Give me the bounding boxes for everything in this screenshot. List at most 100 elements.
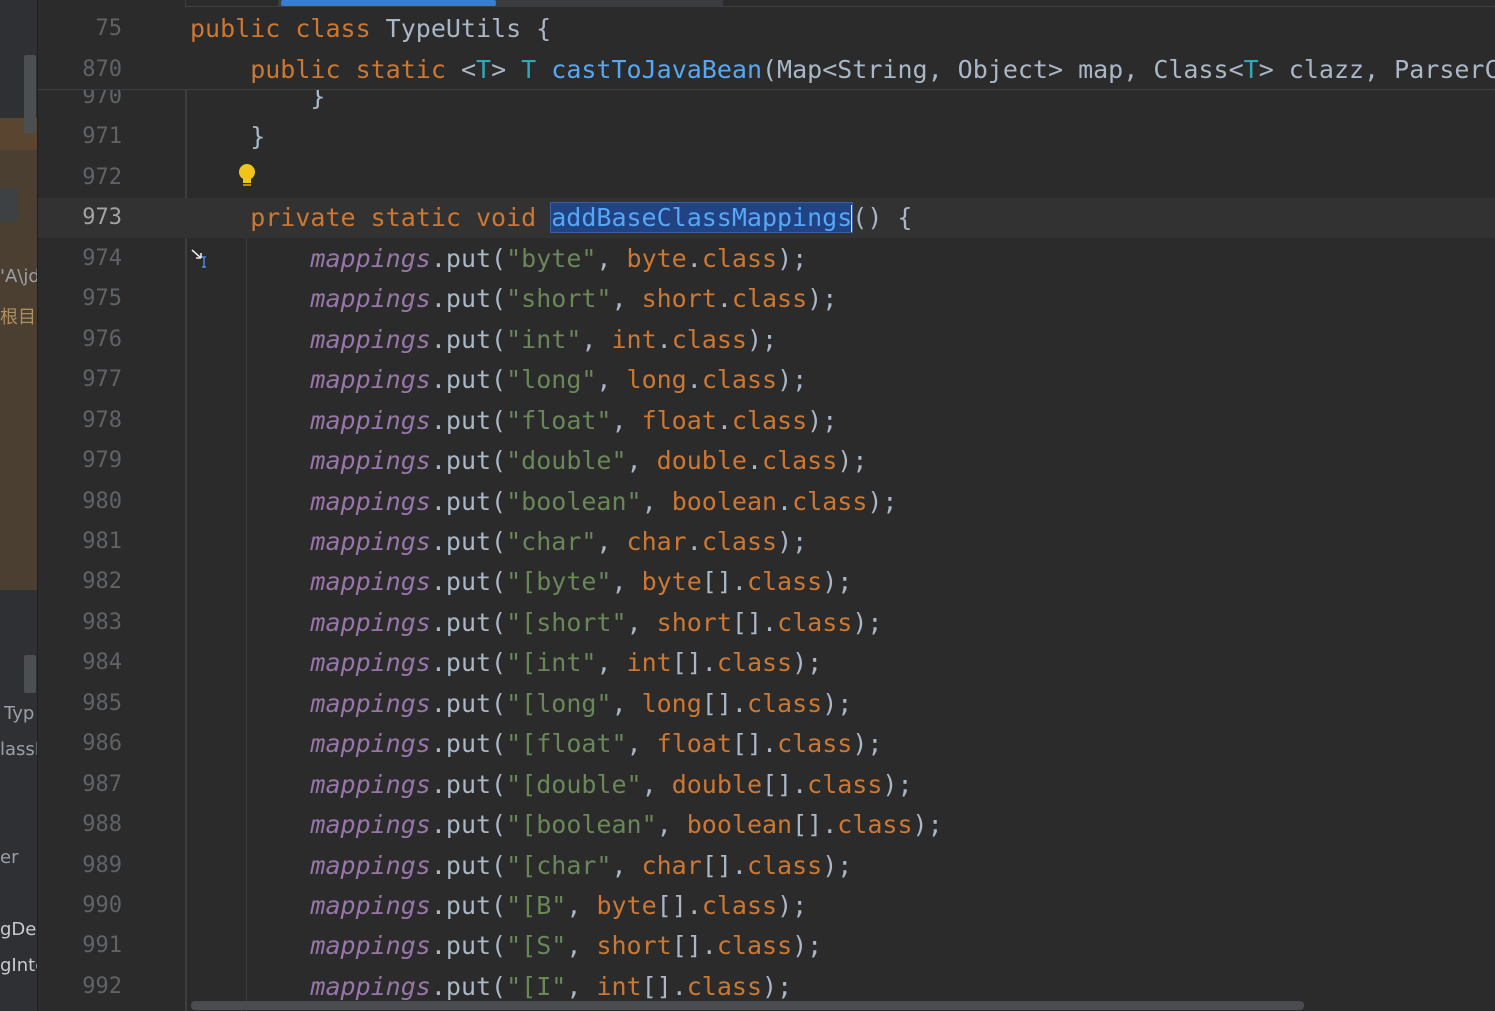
code-text[interactable]: mappings.put("int", int.class); <box>190 320 777 360</box>
structure-item-fragment[interactable]: lassM <box>0 739 38 760</box>
code-line[interactable]: 983 mappings.put("[short", short[].class… <box>38 603 1495 643</box>
code-line[interactable]: 870 public static <T> T castToJavaBean(M… <box>38 50 1495 90</box>
tab-scrollbar-thumb[interactable] <box>281 0 496 6</box>
code-text[interactable]: mappings.put("boolean", boolean.class); <box>190 482 897 522</box>
code-line[interactable]: 974 mappings.put("byte", byte.class); <box>38 239 1495 279</box>
line-number[interactable]: 980 <box>38 482 122 522</box>
line-number[interactable]: 977 <box>38 360 122 400</box>
code-text[interactable]: mappings.put("[float", float[].class); <box>190 724 882 764</box>
lightbulb-icon[interactable] <box>236 163 258 189</box>
code-text[interactable]: mappings.put("[char", char[].class); <box>190 846 852 886</box>
line-number[interactable]: 870 <box>38 50 122 90</box>
structure-item-fragment[interactable]: er <box>0 847 18 868</box>
code-text[interactable]: } <box>190 117 265 157</box>
tab-scrollbar[interactable] <box>38 0 1495 7</box>
line-number[interactable]: 987 <box>38 765 122 805</box>
code-line[interactable]: 991 mappings.put("[S", short[].class); <box>38 926 1495 966</box>
code-line[interactable]: 75 public class TypeUtils { <box>38 9 1495 49</box>
code-token: mappings <box>310 689 431 718</box>
code-token: ); <box>777 891 808 920</box>
code-text[interactable]: mappings.put("[boolean", boolean[].class… <box>190 805 942 845</box>
code-line[interactable]: 978 mappings.put("float", float.class); <box>38 401 1495 441</box>
line-number[interactable]: 981 <box>38 522 122 562</box>
line-number[interactable]: 983 <box>38 603 122 643</box>
structure-scrollbar-thumb[interactable] <box>24 655 36 693</box>
code-text[interactable]: mappings.put("byte", byte.class); <box>190 239 807 279</box>
code-line[interactable]: 982 mappings.put("[byte", byte[].class); <box>38 562 1495 602</box>
code-text[interactable]: private static void addBaseClassMappings… <box>190 198 912 238</box>
line-number[interactable]: 974 <box>38 239 122 279</box>
code-line[interactable]: 980 mappings.put("boolean", boolean.clas… <box>38 482 1495 522</box>
code-token: mappings <box>310 972 431 1001</box>
code-text[interactable]: mappings.put("float", float.class); <box>190 401 837 441</box>
code-text[interactable]: mappings.put("[short", short[].class); <box>190 603 882 643</box>
code-token: "[double" <box>506 770 642 799</box>
line-number[interactable]: 992 <box>38 967 122 1007</box>
code-line[interactable]: 985 mappings.put("[long", long[].class); <box>38 684 1495 724</box>
line-number[interactable]: 988 <box>38 805 122 845</box>
tree-item-fragment[interactable]: 'A\jd <box>0 266 38 287</box>
panel-collapse-handle[interactable] <box>0 188 18 222</box>
sticky-scope-header[interactable]: 75 public class TypeUtils {870 public sta… <box>38 8 1495 90</box>
code-line[interactable]: 979 mappings.put("double", double.class)… <box>38 441 1495 481</box>
code-editor[interactable]: 75 public class TypeUtils {870 public sta… <box>38 0 1495 1011</box>
code-text[interactable]: mappings.put("[B", byte[].class); <box>190 886 807 926</box>
code-text[interactable]: mappings.put("[long", long[].class); <box>190 684 852 724</box>
code-line[interactable]: 987 mappings.put("[double", double[].cla… <box>38 765 1495 805</box>
line-number[interactable]: 979 <box>38 441 122 481</box>
tree-item-fragment[interactable]: 根目录 <box>0 303 38 329</box>
code-text[interactable]: mappings.put("[double", double[].class); <box>190 765 912 805</box>
code-text[interactable]: mappings.put("char", char.class); <box>190 522 807 562</box>
code-line[interactable]: 990 mappings.put("[B", byte[].class); <box>38 886 1495 926</box>
code-text[interactable]: public class TypeUtils { <box>190 9 551 49</box>
line-number[interactable]: 972 <box>38 158 122 198</box>
code-text[interactable]: mappings.put("short", short.class); <box>190 279 837 319</box>
line-number[interactable]: 991 <box>38 926 122 966</box>
code-text[interactable]: public static <T> T castToJavaBean(Map<S… <box>190 50 1495 90</box>
code-token: class <box>807 770 883 799</box>
code-token: int <box>611 325 657 354</box>
code-text[interactable]: mappings.put("[S", short[].class); <box>190 926 822 966</box>
code-text[interactable]: mappings.put("long", long.class); <box>190 360 807 400</box>
code-line[interactable]: 977 mappings.put("long", long.class); <box>38 360 1495 400</box>
line-number[interactable]: 986 <box>38 724 122 764</box>
code-text[interactable]: mappings.put("double", double.class); <box>190 441 867 481</box>
structure-item-fragment[interactable]: gDe <box>0 919 36 940</box>
line-number[interactable]: 75 <box>38 9 123 49</box>
line-number[interactable]: 985 <box>38 684 122 724</box>
current-code-line[interactable]: 973 private static void addBaseClassMapp… <box>38 198 1495 238</box>
line-number[interactable]: 982 <box>38 562 122 602</box>
line-number[interactable]: 971 <box>38 117 122 157</box>
code-text[interactable]: mappings.put("[byte", byte[].class); <box>190 562 852 602</box>
structure-item-fragment[interactable]: gInte <box>0 955 38 976</box>
code-line[interactable]: 988 mappings.put("[boolean", boolean[].c… <box>38 805 1495 845</box>
code-token: .put( <box>430 487 507 516</box>
line-number[interactable]: 975 <box>38 279 122 319</box>
code-token: () { <box>852 203 913 232</box>
code-line[interactable]: 976 mappings.put("int", int.class); <box>38 320 1495 360</box>
line-number[interactable]: 989 <box>38 846 122 886</box>
line-number[interactable]: 973 <box>38 198 122 238</box>
code-token: ); <box>807 406 838 435</box>
code-token: short <box>656 608 732 637</box>
code-token: > clazz, ParserC <box>1258 55 1495 84</box>
code-line[interactable]: 989 mappings.put("[char", char[].class); <box>38 846 1495 886</box>
line-number[interactable]: 984 <box>38 643 122 683</box>
code-line[interactable]: 975 mappings.put("short", short.class); <box>38 279 1495 319</box>
panel-scrollbar-thumb[interactable] <box>24 55 36 133</box>
code-line[interactable]: 971 } <box>38 117 1495 157</box>
code-text[interactable]: mappings.put("[int", int[].class); <box>190 643 822 683</box>
code-token: []. <box>701 851 747 880</box>
code-line[interactable]: 986 mappings.put("[float", float[].class… <box>38 724 1495 764</box>
code-line[interactable]: 981 mappings.put("char", char.class); <box>38 522 1495 562</box>
horizontal-scrollbar-thumb[interactable] <box>191 1001 1304 1010</box>
line-number[interactable]: 976 <box>38 320 122 360</box>
code-token: . <box>686 527 702 556</box>
code-line[interactable]: 984 mappings.put("[int", int[].class); <box>38 643 1495 683</box>
structure-item-fragment[interactable]: Typ <box>4 703 34 724</box>
line-number[interactable]: 990 <box>38 886 122 926</box>
line-number[interactable]: 978 <box>38 401 122 441</box>
